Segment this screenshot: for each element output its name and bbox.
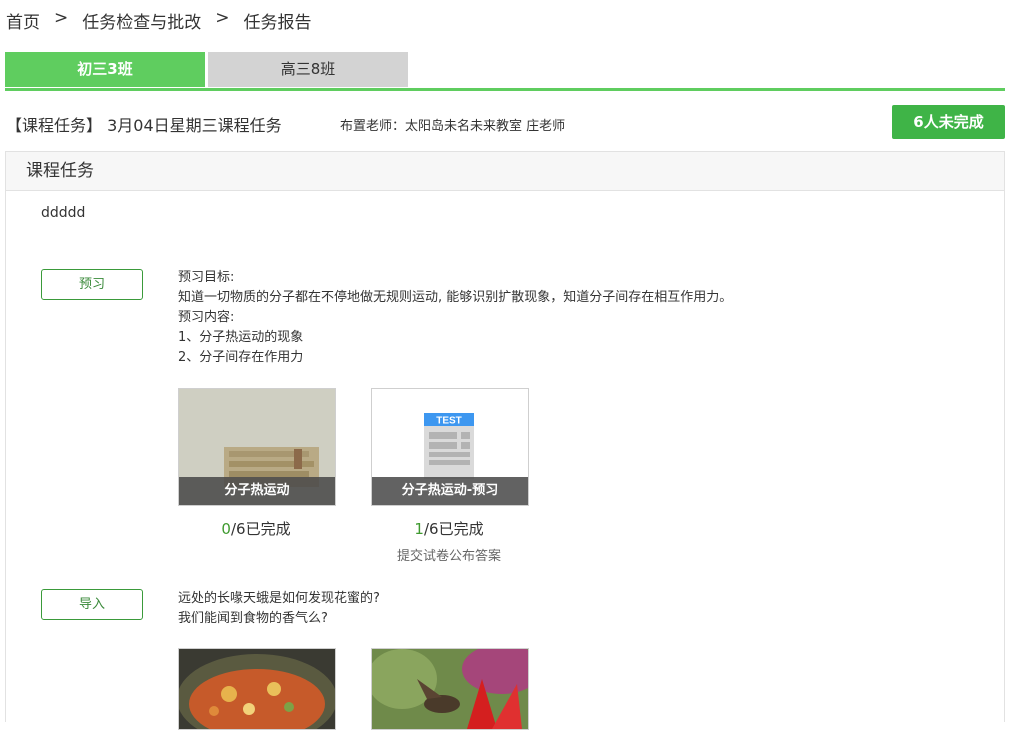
resource-card-video[interactable]: 分子热运动 xyxy=(178,388,336,506)
preview-button[interactable]: 预习 xyxy=(41,269,143,300)
panel-title: 课程任务 xyxy=(6,152,1004,191)
breadcrumb-home[interactable]: 首页 xyxy=(6,8,40,33)
preview-line: 2、分子间存在作用力 xyxy=(178,350,304,365)
intro-line: 远处的长喙天蛾是如何发现花蜜的? xyxy=(178,591,380,606)
intro-text: 远处的长喙天蛾是如何发现花蜜的? 我们能闻到食物的香气么? xyxy=(178,589,380,629)
breadcrumb-task-check[interactable]: 任务检查与批改 xyxy=(82,8,201,33)
preview-line: 预习目标: xyxy=(178,270,235,285)
intro-button[interactable]: 导入 xyxy=(41,589,143,620)
done-count: 0 xyxy=(221,520,231,538)
preview-line: 1、分子热运动的现象 xyxy=(178,330,304,345)
preview-text: 预习目标: 知道一切物质的分子都在不停地做无规则运动, 能够识别扩散现象，知道分… xyxy=(178,268,732,368)
card-progress: 0/6已完成 xyxy=(177,518,335,539)
tab-class-2[interactable]: 高三8班 xyxy=(208,52,408,87)
course-task-panel: 课程任务 ddddd 预习 预习目标: 知道一切物质的分子都在不停地做无规则运动… xyxy=(5,151,1005,730)
task-description: ddddd xyxy=(41,205,86,221)
done-count: 1 xyxy=(414,520,424,538)
resource-card-food-image[interactable] xyxy=(178,648,336,730)
card-caption: 分子热运动-预习 xyxy=(372,477,528,505)
food-thumbnail xyxy=(179,649,335,729)
breadcrumb-separator: > xyxy=(54,8,69,28)
breadcrumb: 首页 > 任务检查与批改 > 任务报告 xyxy=(6,8,312,33)
breadcrumb-task-report: 任务报告 xyxy=(243,13,312,33)
moth-flower-thumbnail xyxy=(372,649,528,729)
tab-class-1[interactable]: 初三3班 xyxy=(5,52,205,87)
card-caption: 分子热运动 xyxy=(179,477,335,505)
class-tabs: 初三3班 高三8班 xyxy=(5,52,1005,91)
total-count: /6已完成 xyxy=(230,520,291,538)
resource-card-moth-image[interactable] xyxy=(371,648,529,730)
resource-card-test[interactable]: TEST 分子热运动-预习 xyxy=(371,388,529,506)
preview-line: 知道一切物质的分子都在不停地做无规则运动, 能够识别扩散现象，知道分子间存在相互… xyxy=(178,290,733,305)
card-progress: 1/6已完成 xyxy=(370,518,528,539)
submit-publish-answer-link[interactable]: 提交试卷公布答案 xyxy=(370,545,528,564)
preview-line: 预习内容: xyxy=(178,310,235,325)
task-title: 【课程任务】 3月04日星期三课程任务 xyxy=(6,116,282,135)
breadcrumb-separator: > xyxy=(215,8,230,28)
incomplete-students-button[interactable]: 6人未完成 xyxy=(892,105,1005,139)
test-icon-label: TEST xyxy=(436,416,462,427)
total-count: /6已完成 xyxy=(423,520,484,538)
teacher-info: 布置老师：太阳岛未名未来教室 庄老师 xyxy=(340,119,566,134)
intro-line: 我们能闻到食物的香气么? xyxy=(178,611,328,626)
